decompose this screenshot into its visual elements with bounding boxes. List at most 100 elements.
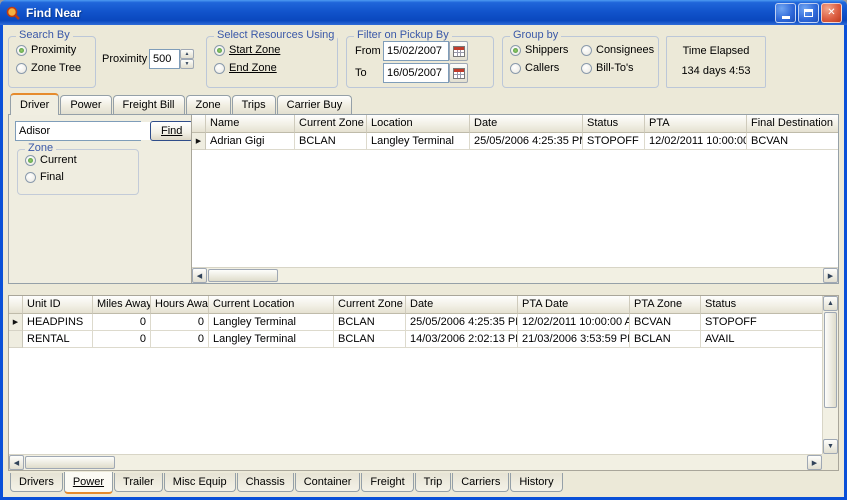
scroll-down-icon[interactable]: ▼: [823, 439, 838, 454]
maximize-button[interactable]: [798, 3, 819, 23]
driver-tab-panel: Find Zone Current Final Name Current Zon…: [8, 114, 839, 284]
column-header-name[interactable]: Name: [206, 115, 295, 133]
radio-proximity-label: Proximity: [31, 44, 76, 56]
radio-bill-tos[interactable]: Bill-To's: [581, 62, 634, 74]
scroll-right-icon[interactable]: ▶: [823, 268, 838, 283]
proximity-input[interactable]: [149, 49, 180, 69]
cell-status: STOPOFF: [701, 314, 822, 331]
tab-trips[interactable]: Trips: [232, 95, 276, 114]
driver-grid-hscrollbar[interactable]: ◀ ▶: [192, 267, 838, 283]
tab-freight-bill[interactable]: Freight Bill: [113, 95, 185, 114]
tab-carriers[interactable]: Carriers: [452, 473, 509, 492]
tab-carrier-buy[interactable]: Carrier Buy: [277, 95, 353, 114]
radio-zone-final[interactable]: Final: [25, 171, 64, 183]
column-header-pta-date[interactable]: PTA Date: [518, 296, 630, 314]
tab-power-bottom[interactable]: Power: [64, 472, 113, 494]
column-header-miles-away[interactable]: Miles Away: [93, 296, 151, 314]
radio-proximity[interactable]: Proximity: [16, 44, 76, 56]
column-header-final-destination[interactable]: Final Destination: [747, 115, 838, 133]
cell-status: STOPOFF: [583, 133, 645, 150]
driver-header-gutter: [192, 115, 206, 133]
radio-end-zone[interactable]: End Zone: [214, 62, 277, 74]
scroll-left-icon[interactable]: ◀: [9, 455, 24, 470]
find-button[interactable]: Find: [150, 121, 193, 141]
power-table: Unit ID Miles Away Hours Away Current Lo…: [8, 295, 839, 471]
radio-start-zone-icon: [214, 45, 225, 56]
tab-carriers-label: Carriers: [461, 476, 500, 488]
driver-search-input[interactable]: [16, 122, 164, 140]
radio-start-zone[interactable]: Start Zone: [214, 44, 280, 56]
pickup-filter-group-title: Filter on Pickup By: [354, 29, 452, 41]
radio-consignees-label: Consignees: [596, 44, 654, 56]
current-row-marker-icon: ▶: [13, 318, 18, 326]
hscroll-thumb[interactable]: [208, 269, 278, 282]
cell-date: 14/03/2006 2:02:13 PM: [406, 331, 518, 348]
radio-zone-tree[interactable]: Zone Tree: [16, 62, 81, 74]
column-header-current-zone[interactable]: Current Zone: [334, 296, 406, 314]
radio-consignees[interactable]: Consignees: [581, 44, 654, 56]
to-date-input[interactable]: [383, 63, 449, 83]
radio-zone-current[interactable]: Current: [25, 154, 77, 166]
radio-zone-current-label: Current: [40, 154, 77, 166]
to-date-picker-button[interactable]: [449, 63, 468, 83]
tab-zone[interactable]: Zone: [186, 95, 231, 114]
close-button[interactable]: ✕: [821, 3, 842, 23]
tab-misc-equip[interactable]: Misc Equip: [164, 473, 236, 492]
cell-pta-zone: BCVAN: [630, 314, 701, 331]
tab-power[interactable]: Power: [60, 95, 111, 114]
tab-trip-label: Trip: [424, 476, 443, 488]
tab-trip[interactable]: Trip: [415, 473, 452, 492]
tab-driver-label: Driver: [20, 99, 49, 111]
tab-driver[interactable]: Driver: [10, 93, 59, 115]
radio-callers[interactable]: Callers: [510, 62, 559, 74]
hscroll-thumb[interactable]: [25, 456, 115, 469]
scroll-up-icon[interactable]: ▲: [823, 296, 838, 311]
column-header-date[interactable]: Date: [406, 296, 518, 314]
column-header-date[interactable]: Date: [470, 115, 583, 133]
driver-table-row[interactable]: ▶ Adrian Gigi BCLAN Langley Terminal 25/…: [192, 133, 838, 150]
from-date-picker-button[interactable]: [449, 41, 468, 61]
spin-down-icon[interactable]: ▼: [180, 59, 194, 69]
radio-zone-final-label: Final: [40, 171, 64, 183]
spin-up-icon[interactable]: ▲: [180, 49, 194, 59]
search-by-group-title: Search By: [16, 29, 73, 41]
radio-shippers[interactable]: Shippers: [510, 44, 568, 56]
column-header-status[interactable]: Status: [701, 296, 822, 314]
power-table-row[interactable]: ▶ HEADPINS 0 0 Langley Terminal BCLAN 25…: [9, 314, 822, 331]
tab-freight-label: Freight: [370, 476, 404, 488]
proximity-spinner[interactable]: ▲ ▼: [149, 49, 194, 69]
title-bar[interactable]: Find Near ✕: [0, 0, 847, 25]
scroll-left-icon[interactable]: ◀: [192, 268, 207, 283]
column-header-pta[interactable]: PTA: [645, 115, 747, 133]
column-header-current-location[interactable]: Current Location: [209, 296, 334, 314]
minimize-button[interactable]: [775, 3, 796, 23]
tab-drivers-label: Drivers: [19, 476, 54, 488]
radio-zone-tree-label: Zone Tree: [31, 62, 81, 74]
tab-power-label: Power: [70, 99, 101, 111]
power-grid-vscrollbar[interactable]: ▲ ▼: [822, 296, 838, 454]
time-elapsed-value: 134 days 4:53: [667, 65, 765, 77]
tab-trailer-label: Trailer: [123, 476, 154, 488]
column-header-status[interactable]: Status: [583, 115, 645, 133]
power-grid-hscrollbar[interactable]: ◀ ▶: [9, 454, 822, 470]
resources-group: Select Resources Using Start Zone End Zo…: [206, 36, 338, 88]
column-header-current-zone[interactable]: Current Zone: [295, 115, 367, 133]
column-header-pta-zone[interactable]: PTA Zone: [630, 296, 701, 314]
column-header-unit-id[interactable]: Unit ID: [23, 296, 93, 314]
tab-drivers[interactable]: Drivers: [10, 473, 63, 492]
time-elapsed-box: Time Elapsed 134 days 4:53: [666, 36, 766, 88]
row-selector: ▶: [192, 133, 206, 150]
tab-history[interactable]: History: [510, 473, 562, 492]
column-header-location[interactable]: Location: [367, 115, 470, 133]
tab-freight[interactable]: Freight: [361, 473, 413, 492]
scroll-right-icon[interactable]: ▶: [807, 455, 822, 470]
cell-miles-away: 0: [93, 314, 151, 331]
tab-trailer[interactable]: Trailer: [114, 473, 163, 492]
vscroll-thumb[interactable]: [824, 312, 837, 408]
power-table-row[interactable]: RENTAL 0 0 Langley Terminal BCLAN 14/03/…: [9, 331, 822, 348]
find-near-window: Find Near ✕ Search By Proximity Zone Tre…: [0, 0, 847, 500]
column-header-hours-away[interactable]: Hours Away: [151, 296, 209, 314]
from-date-input[interactable]: [383, 41, 449, 61]
tab-container[interactable]: Container: [295, 473, 361, 492]
tab-chassis[interactable]: Chassis: [237, 473, 294, 492]
